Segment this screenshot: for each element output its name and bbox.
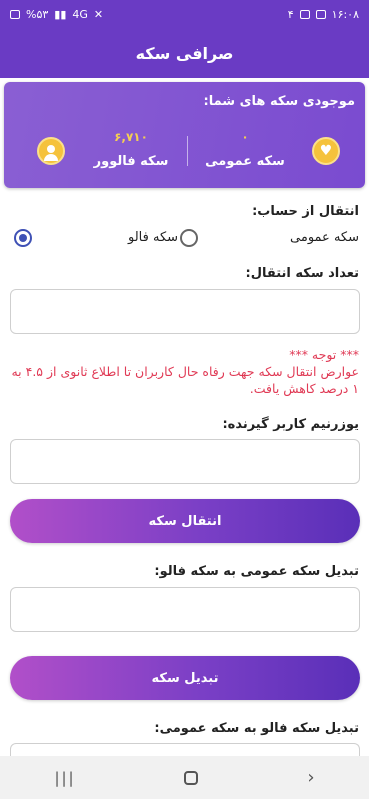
network-text: 4G — [72, 7, 88, 21]
heart-coin-icon: ♥ — [312, 137, 340, 165]
follow-coin-balance: ۶,۷۱۰ سکه فالوور — [86, 130, 176, 169]
transfer-amount-label: تعداد سکه انتقال: — [245, 266, 360, 281]
general-coin-value: ۰ — [241, 130, 249, 144]
transfer-amount-input[interactable] — [10, 289, 360, 334]
home-icon[interactable] — [184, 770, 199, 785]
system-nav-bar: ||| › — [0, 756, 369, 799]
receiver-username-label: یوزرنیم کاربر گیرنده: — [222, 417, 359, 432]
gallery-icon — [315, 9, 326, 19]
mute-icon: ✕ — [93, 7, 104, 21]
balance-divider — [187, 136, 188, 166]
back-icon[interactable]: › — [307, 767, 314, 788]
battery-icon — [10, 9, 20, 19]
app-bar: صرافی سکه — [0, 28, 369, 78]
battery-text: %۵۳ — [26, 7, 49, 21]
radio-general-label[interactable]: سکه عمومی — [290, 230, 359, 245]
recent-apps-icon[interactable]: ||| — [54, 769, 75, 787]
signal-icon: ▮▮ — [54, 7, 67, 21]
status-right: ۴ ۱۶:۰۸ — [288, 8, 359, 21]
transfer-notice: *** توجه *** عوارض انتقال سکه جهت رفاه ح… — [9, 346, 359, 397]
balance-title: موجودی سکه های شما: — [203, 94, 356, 109]
transfer-from-label: انتقال از حساب: — [252, 204, 359, 219]
clock: ۱۶:۰۸ — [331, 7, 359, 21]
follow-coin-label: سکه فالوور — [93, 154, 169, 169]
notification-count: ۴ — [287, 7, 294, 21]
account-radio-group: سکه عمومی سکه فالو — [0, 228, 369, 250]
receiver-username-input[interactable] — [10, 439, 360, 484]
user-coin-icon — [37, 137, 65, 165]
radio-follow-label[interactable]: سکه فالو — [128, 230, 178, 245]
radio-follow[interactable] — [180, 229, 198, 247]
convert-follow-label: تبدیل سکه فالو به سکه عمومی: — [154, 721, 359, 736]
balance-card: موجودی سکه های شما: ♥ ۰ سکه عمومی ۶,۷۱۰ … — [4, 82, 365, 188]
radio-general[interactable] — [14, 229, 32, 247]
transfer-coin-button[interactable]: انتقال سکه — [10, 499, 360, 543]
page-title: صرافی سکه — [135, 43, 234, 63]
convert-general-input[interactable] — [10, 587, 360, 632]
status-left: %۵۳ ▮▮ 4G ✕ — [10, 8, 103, 21]
notice-text: عوارض انتقال سکه جهت رفاه حال کاربران تا… — [11, 364, 359, 396]
convert-coin-button[interactable]: تبدیل سکه — [10, 656, 360, 700]
transfer-coin-button-label: انتقال سکه — [148, 513, 222, 529]
follow-coin-value: ۶,۷۱۰ — [114, 130, 148, 144]
general-coin-balance: ۰ سکه عمومی — [200, 130, 290, 169]
status-bar: %۵۳ ▮▮ 4G ✕ ۴ ۱۶:۰۸ — [0, 0, 369, 28]
notice-title: *** توجه *** — [289, 347, 359, 362]
convert-general-label: تبدیل سکه عمومی به سکه فالو: — [154, 564, 359, 579]
convert-coin-button-label: تبدیل سکه — [151, 670, 219, 686]
image-icon — [299, 9, 310, 19]
general-coin-label: سکه عمومی — [205, 154, 285, 169]
